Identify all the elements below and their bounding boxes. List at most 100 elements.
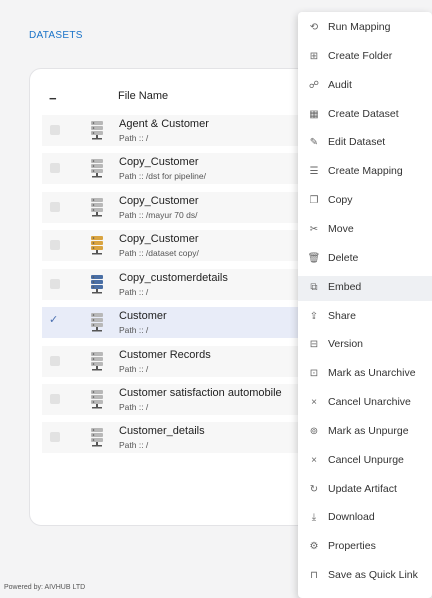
table-row[interactable]: Copy_CustomerPath :: /mayur 70 ds/	[42, 192, 332, 223]
bookmark-icon: ⊓	[310, 570, 318, 582]
table-row[interactable]: ✓ CustomerPath :: /	[42, 307, 332, 338]
menu-item-label: Version	[328, 338, 364, 351]
column-header-file-name[interactable]: File Name	[118, 90, 168, 102]
menu-item-label: Create Folder	[328, 49, 393, 62]
row-file-name[interactable]: Customer satisfaction automobile	[119, 387, 282, 399]
select-all-toggle[interactable]: −	[49, 91, 57, 106]
database-icon	[90, 158, 104, 178]
menu-item-embed[interactable]: ⧉ Embed	[298, 275, 432, 301]
row-checkbox[interactable]	[50, 394, 60, 404]
menu-item-create-mapping[interactable]: ☰ Create Mapping	[298, 160, 432, 185]
menu-item-label: Copy	[328, 194, 353, 207]
row-checkbox[interactable]	[50, 240, 60, 250]
database-icon	[90, 274, 104, 294]
row-file-name[interactable]: Customer_details	[119, 425, 205, 437]
row-file-name[interactable]: Customer	[119, 310, 167, 322]
menu-item-copy[interactable]: ❐ Copy	[298, 189, 432, 214]
refresh-icon: ↻	[309, 483, 319, 495]
row-checkbox[interactable]	[50, 125, 60, 135]
embed-icon: ⧉	[310, 281, 318, 293]
menu-item-label: Mark as Unarchive	[328, 367, 416, 380]
menu-item-label: Mark as Unpurge	[328, 424, 409, 437]
menu-item-label: Edit Dataset	[328, 136, 386, 149]
menu-item-audit[interactable]: ☍ Audit	[298, 74, 432, 99]
row-file-path: Path :: /dataset copy/	[119, 248, 199, 258]
copy-icon: ❐	[309, 195, 319, 207]
row-file-path: Path :: /	[119, 440, 149, 450]
table-row[interactable]: Copy_CustomerPath :: /dst for pipeline/	[42, 153, 332, 184]
menu-item-download[interactable]: ⤓ Download	[298, 506, 432, 531]
archive-icon: ⊡	[309, 368, 319, 380]
menu-item-label: Audit	[328, 78, 352, 91]
menu-item-run-mapping[interactable]: ⟲ Run Mapping	[298, 16, 432, 41]
footer-powered-by: Powered by: AIVHUB LTD	[4, 584, 86, 591]
row-file-path: Path :: /	[119, 287, 149, 297]
audit-icon: ☍	[308, 79, 320, 91]
row-checkbox[interactable]	[50, 279, 60, 289]
menu-item-label: Create Mapping	[328, 165, 403, 178]
menu-item-label: Create Dataset	[328, 107, 399, 120]
row-file-name[interactable]: Agent & Customer	[119, 118, 209, 130]
menu-item-cancel-unarchive[interactable]: × Cancel Unarchive	[298, 391, 432, 416]
edit-icon: ✎	[309, 137, 319, 149]
table-row[interactable]: Agent & Customer Path :: /	[42, 115, 332, 146]
table-row[interactable]: Copy_CustomerPath :: /dataset copy/	[42, 230, 332, 261]
row-file-name[interactable]: Copy_Customer	[119, 195, 198, 207]
datasets-table-card: − File Name Agent & Customer Path :: / Cop…	[29, 68, 332, 526]
version-icon: ⊟	[309, 339, 319, 351]
row-file-path: Path :: /mayur 70 ds/	[119, 210, 198, 220]
download-icon: ⤓	[311, 512, 317, 524]
row-file-path: Path :: /dst for pipeline/	[119, 171, 206, 181]
menu-item-mark-as-unarchive[interactable]: ⊡ Mark as Unarchive	[298, 362, 432, 387]
menu-item-delete[interactable]: 🗑 Delete	[298, 247, 432, 272]
menu-item-save-as-quick-link[interactable]: ⊓ Save as Quick Link	[298, 564, 432, 589]
menu-item-cancel-unpurge[interactable]: × Cancel Unpurge	[298, 449, 432, 474]
menu-item-properties[interactable]: ⚙ Properties	[298, 535, 432, 560]
row-checkbox[interactable]	[50, 202, 60, 212]
unpurge-icon: ⊚	[309, 425, 319, 437]
row-checkmark[interactable]: ✓	[49, 313, 58, 326]
database-icon	[90, 351, 104, 371]
row-checkbox[interactable]	[50, 356, 60, 366]
menu-item-label: Move	[328, 222, 354, 235]
menu-item-move[interactable]: ✂ Move	[298, 218, 432, 243]
menu-item-version[interactable]: ⊟ Version	[298, 333, 432, 358]
close-icon: ×	[311, 454, 317, 466]
menu-item-label: Share	[328, 309, 357, 322]
row-file-name[interactable]: Copy_Customer	[119, 233, 198, 245]
menu-item-create-folder[interactable]: ⊞ Create Folder	[298, 45, 432, 70]
menu-item-label: Properties	[328, 540, 376, 553]
share-icon: ⇪	[309, 310, 319, 322]
trash-icon: 🗑	[307, 252, 321, 264]
table-row[interactable]: Copy_customerdetailsPath :: /	[42, 269, 332, 300]
row-checkbox[interactable]	[50, 432, 60, 442]
row-file-name[interactable]: Customer Records	[119, 349, 211, 361]
menu-item-create-dataset[interactable]: ▦ Create Dataset	[298, 103, 432, 128]
database-icon	[90, 427, 104, 447]
menu-item-edit-dataset[interactable]: ✎ Edit Dataset	[298, 131, 432, 156]
datasets-title: DATASETS	[29, 30, 83, 41]
table-row[interactable]: Customer_detailsPath :: /	[42, 422, 332, 453]
row-file-name[interactable]: Copy_customerdetails	[119, 272, 228, 284]
mapping-icon: ☰	[309, 166, 319, 178]
row-file-name[interactable]: Copy_Customer	[119, 156, 198, 168]
row-file-path: Path :: /	[119, 364, 149, 374]
table-row[interactable]: Customer satisfaction automobilePath :: …	[42, 384, 332, 415]
database-icon	[90, 120, 104, 140]
gear-icon: ⚙	[309, 541, 319, 553]
close-icon: ×	[311, 397, 317, 409]
menu-item-label: Update Artifact	[328, 482, 397, 495]
menu-item-label: Delete	[328, 251, 359, 264]
row-checkbox[interactable]	[50, 163, 60, 173]
context-menu: ⟲ Run Mapping ⊞ Create Folder ☍ Audit ▦ Create …	[298, 12, 432, 598]
row-file-path: Path :: /	[119, 325, 149, 335]
menu-item-update-artifact[interactable]: ↻ Update Artifact	[298, 478, 432, 503]
menu-item-mark-as-unpurge[interactable]: ⊚ Mark as Unpurge	[298, 420, 432, 445]
menu-item-share[interactable]: ⇪ Share	[298, 305, 432, 330]
database-icon	[90, 197, 104, 217]
database-icon	[90, 312, 104, 332]
menu-item-label: Cancel Unpurge	[328, 453, 404, 466]
table-row[interactable]: Customer RecordsPath :: /	[42, 346, 332, 377]
row-file-path: Path :: /	[119, 402, 149, 412]
folder-plus-icon: ⊞	[309, 50, 319, 62]
